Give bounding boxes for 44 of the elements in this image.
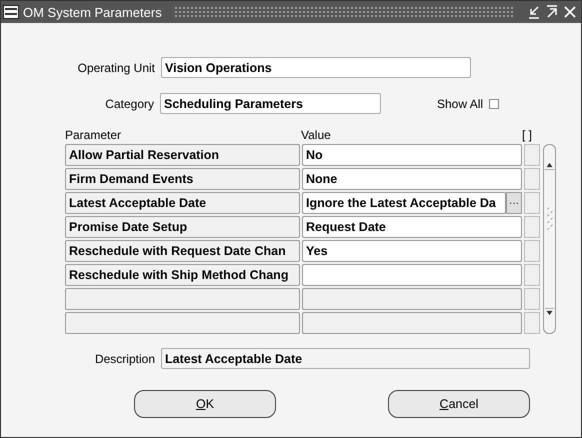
parameter-cell[interactable]: Promise Date Setup <box>65 216 300 238</box>
column-header: Parameter <box>65 128 122 142</box>
value-field[interactable] <box>302 264 522 286</box>
parameter-cell[interactable]: Latest Acceptable Date <box>65 192 300 214</box>
row-selector[interactable] <box>524 168 540 190</box>
operating-unit-field[interactable]: Vision Operations <box>161 57 471 78</box>
window-title: OM System Parameters <box>23 4 162 20</box>
description-label: Description <box>94 352 156 366</box>
category-field[interactable]: Scheduling Parameters <box>160 93 381 114</box>
dialog-button[interactable]: OK <box>134 390 276 418</box>
show-all-label: Show All <box>437 96 484 110</box>
value-field[interactable]: Ignore the Latest Acceptable Da <box>302 192 506 214</box>
empty-value-field[interactable] <box>302 312 522 334</box>
row-selector[interactable] <box>524 216 540 238</box>
operating-unit-label: Operating Unit <box>76 60 156 74</box>
scrollbar[interactable] <box>543 144 556 334</box>
row-selector[interactable] <box>524 312 540 334</box>
column-header: Value <box>301 128 332 142</box>
parameter-cell[interactable]: Reschedule with Ship Method Chang <box>65 264 300 286</box>
empty-parameter-cell[interactable] <box>65 288 300 310</box>
empty-parameter-cell[interactable] <box>65 312 300 334</box>
row-selector[interactable] <box>524 288 540 310</box>
value-field[interactable]: None <box>302 168 522 190</box>
parameter-cell[interactable]: Firm Demand Events <box>65 168 300 190</box>
value-field[interactable]: Request Date <box>302 216 522 238</box>
close-icon[interactable] <box>563 5 577 19</box>
parameter-cell[interactable]: Reschedule with Request Date Chan <box>65 240 300 262</box>
category-label: Category <box>104 96 155 110</box>
value-field[interactable]: Yes <box>302 240 522 262</box>
value-field[interactable]: No <box>302 144 522 166</box>
dialog-button[interactable]: Cancel <box>388 390 530 418</box>
show-all-checkbox[interactable] <box>489 98 500 108</box>
column-header: [ ] <box>522 128 532 142</box>
empty-value-field[interactable] <box>302 288 522 310</box>
minimize-icon[interactable] <box>527 5 541 19</box>
app-icon <box>3 5 19 19</box>
list-of-values-button[interactable]: ··· <box>506 192 522 214</box>
description-field: Latest Acceptable Date <box>161 348 530 369</box>
maximize-icon[interactable] <box>545 5 559 19</box>
row-selector[interactable] <box>524 144 540 166</box>
row-selector[interactable] <box>524 264 540 286</box>
row-selector[interactable] <box>524 240 540 262</box>
row-selector[interactable] <box>524 192 540 214</box>
parameter-cell[interactable]: Allow Partial Reservation <box>65 144 300 166</box>
